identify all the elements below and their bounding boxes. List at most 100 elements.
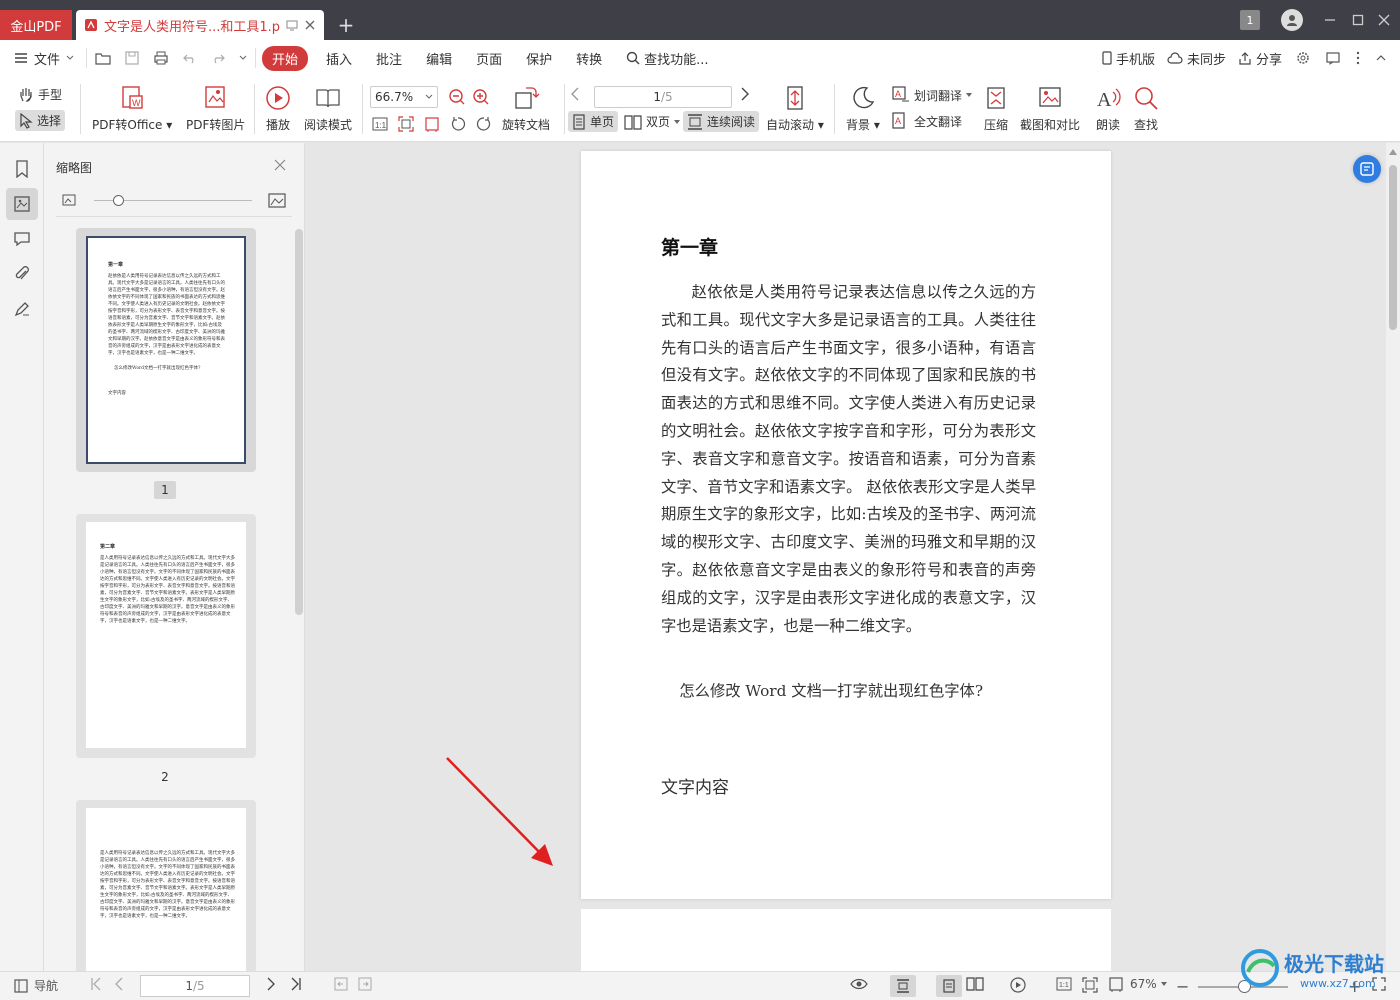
more-options-icon[interactable] [1348, 51, 1368, 65]
page-number-input[interactable]: 1/5 [594, 86, 732, 108]
double-page-status-icon[interactable] [966, 977, 984, 991]
redo-icon[interactable] [211, 52, 225, 64]
fit-width-status-icon[interactable] [1108, 977, 1124, 993]
mobile-button[interactable]: 手机版 [1096, 49, 1161, 68]
pdf-to-office-button[interactable]: W PDF转Office ▾ [92, 84, 172, 133]
zoom-out-status-button[interactable]: − [1176, 977, 1189, 996]
user-avatar[interactable] [1281, 9, 1303, 31]
actual-size-status-icon[interactable]: 1:1 [1056, 977, 1072, 991]
close-panel-icon[interactable] [274, 159, 286, 171]
zoom-out-button[interactable] [448, 88, 466, 106]
undo-icon[interactable] [183, 52, 197, 64]
thumbnail-icon[interactable] [6, 188, 38, 220]
thumbnail-size-slider-knob[interactable] [113, 195, 124, 206]
select-tool[interactable]: 选择 [15, 110, 66, 131]
scrollbar-thumb[interactable] [1389, 165, 1397, 330]
file-menu[interactable]: 文件 [0, 49, 86, 68]
tab-annotate[interactable]: 批注 [364, 49, 414, 68]
go-back-icon[interactable] [334, 977, 348, 991]
close-tab-icon[interactable] [304, 19, 316, 31]
zoom-in-button[interactable] [472, 88, 490, 106]
thumbnail-scrollbar[interactable] [295, 229, 303, 615]
document-view[interactable]: 第一章 赵依依是人类用符号记录表达信息以传之久远的方式和工具。现代文字大多是记录… [305, 143, 1386, 971]
document-vertical-scrollbar[interactable] [1386, 143, 1400, 971]
navigation-toggle[interactable]: 导航 [14, 977, 58, 994]
file-menu-label: 文件 [34, 52, 61, 68]
open-folder-icon[interactable] [95, 51, 111, 65]
large-thumbnail-icon[interactable] [268, 193, 286, 208]
thumbnail-page-2[interactable]: 第二章 是人类用符号记录表达信息以传之久远的方式和工具。现代文字大多是记录语言的工… [76, 514, 256, 758]
signature-pen-icon[interactable] [6, 293, 38, 325]
zoom-select[interactable]: 66.7% [370, 86, 438, 108]
rotate-right-icon[interactable] [476, 116, 492, 132]
read-aloud-button[interactable]: A 朗读 [1094, 84, 1122, 133]
quick-access-dropdown-icon[interactable] [239, 55, 247, 61]
hand-tool[interactable]: 手型 [18, 86, 62, 103]
actual-size-icon[interactable]: 1:1 [372, 116, 388, 132]
first-page-icon[interactable] [90, 977, 102, 991]
tab-start[interactable]: 开始 [262, 45, 309, 71]
next-page-icon[interactable] [266, 977, 276, 991]
fit-page-icon[interactable] [398, 116, 414, 132]
minimize-icon[interactable] [1320, 10, 1340, 30]
rotate-left-icon[interactable] [450, 116, 466, 132]
close-window-icon[interactable] [1374, 10, 1394, 30]
fit-page-status-icon[interactable] [1082, 977, 1098, 993]
maximize-icon[interactable] [1348, 10, 1368, 30]
new-tab-button[interactable]: + [336, 12, 356, 38]
feedback-icon[interactable] [1318, 51, 1348, 65]
status-page-input[interactable]: 1/5 [140, 975, 250, 997]
prev-page-button[interactable] [570, 87, 580, 101]
share-button[interactable]: 分享 [1232, 49, 1288, 68]
tab-protect[interactable]: 保护 [514, 49, 564, 68]
pdf-to-image-button[interactable]: PDF转图片 [186, 84, 245, 133]
play-button[interactable]: 播放 [264, 84, 292, 133]
auto-scroll-button[interactable]: 自动滚动 ▾ [766, 84, 824, 133]
previous-page-icon[interactable] [114, 977, 124, 991]
comment-icon[interactable] [6, 223, 38, 255]
app-tab[interactable]: 金山PDF [0, 10, 72, 40]
go-forward-icon[interactable] [358, 977, 372, 991]
tab-monitor-icon[interactable] [286, 19, 298, 31]
collapse-ribbon-icon[interactable] [1368, 55, 1400, 61]
screenshot-compare-button[interactable]: 截图和对比 [1020, 84, 1080, 133]
fit-width-icon[interactable] [424, 116, 440, 132]
play-status-icon[interactable] [1010, 977, 1026, 993]
double-page-button[interactable]: 双页 [624, 111, 681, 132]
tab-convert[interactable]: 转换 [564, 49, 614, 68]
last-page-icon[interactable] [290, 977, 302, 991]
eye-protection-icon[interactable] [850, 977, 868, 991]
tab-insert[interactable]: 插入 [314, 49, 364, 68]
single-page-button[interactable]: 单页 [568, 111, 619, 132]
floating-translate-icon[interactable] [1353, 155, 1381, 183]
scroll-up-icon[interactable] [1389, 149, 1397, 155]
bookmark-icon[interactable] [6, 153, 38, 185]
save-icon[interactable] [125, 51, 139, 65]
continuous-read-button[interactable]: 连续阅读 [683, 111, 760, 132]
find-button[interactable]: 查找 [1132, 84, 1160, 133]
tab-page[interactable]: 页面 [464, 49, 514, 68]
continuous-view-status-icon[interactable] [890, 975, 916, 997]
thumbnail-page-1[interactable]: 第一章 赵依依是人类用符号记录表达信息以传之久远的方式和工具。现代文字大多是记录语… [76, 228, 256, 472]
full-translate-button[interactable]: A 全文翻译 [892, 112, 962, 130]
compress-icon [982, 84, 1010, 112]
rotate-document-button[interactable]: 旋转文档 [502, 84, 550, 133]
read-mode-button[interactable]: 阅读模式 [304, 84, 352, 133]
compress-button[interactable]: 压缩 [982, 84, 1010, 133]
settings-gear-icon[interactable] [1288, 51, 1318, 65]
tab-edit[interactable]: 编辑 [414, 49, 464, 68]
next-page-button[interactable] [740, 87, 750, 101]
page-badge[interactable]: 1 [1240, 10, 1260, 30]
print-icon[interactable] [153, 51, 169, 65]
small-thumbnail-icon[interactable] [62, 194, 76, 206]
single-page-status-icon[interactable] [936, 975, 962, 997]
word-translate-button[interactable]: A 划词翻译 [892, 86, 973, 104]
search-function[interactable]: 查找功能... [614, 49, 720, 68]
thumbnail-page-3[interactable]: 是人类用符号记录表达信息以传之久远的方式和工具。现代文字大多是记录语言的工具。人… [76, 800, 256, 971]
sync-button[interactable]: 未同步 [1161, 49, 1232, 68]
document-tab[interactable]: 文字是人类用符号...和工具1.pdf [76, 10, 324, 40]
zoom-level-select[interactable]: 67% [1130, 977, 1167, 991]
attachment-paperclip-icon[interactable] [6, 258, 38, 290]
background-button[interactable]: 背景 ▾ [846, 84, 880, 133]
phone-icon [1102, 51, 1112, 65]
